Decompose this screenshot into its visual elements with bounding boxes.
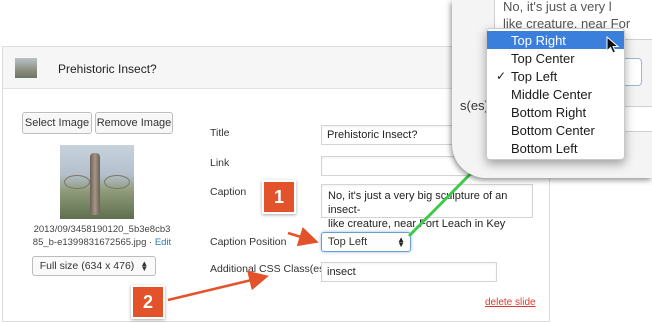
menu-item-label: Middle Center (511, 86, 592, 102)
arrow-to-caption-position (287, 227, 319, 247)
arrow-to-css-class (167, 270, 269, 302)
menu-item-label: Top Center (511, 50, 575, 66)
menu-item-top-left[interactable]: ✓ Top Left (487, 67, 624, 85)
mouse-pointer-icon (606, 36, 620, 54)
menu-item-label: Bottom Center (511, 122, 595, 138)
callout-badge-1: 1 (262, 180, 296, 214)
menu-item-label: Top Left (511, 68, 558, 84)
caption-position-dropdown-menu: Top Right Top Center ✓ Top Left Middle Ce… (486, 28, 625, 160)
callout-badge-2: 2 (131, 285, 165, 319)
menu-item-top-center[interactable]: Top Center (487, 49, 624, 67)
zoom-label-fragment: s(es) (460, 98, 489, 113)
menu-item-bottom-right[interactable]: Bottom Right (487, 103, 624, 121)
menu-item-bottom-left[interactable]: Bottom Left (487, 139, 624, 157)
menu-item-label: Top Right (511, 32, 566, 48)
menu-item-middle-center[interactable]: Middle Center (487, 85, 624, 103)
menu-item-label: Bottom Right (511, 104, 587, 120)
menu-item-bottom-center[interactable]: Bottom Center (487, 121, 624, 139)
zoom-caption-line1: No, it's just a very l (503, 0, 612, 14)
checkmark-icon: ✓ (496, 69, 507, 83)
menu-item-top-right[interactable]: Top Right (487, 31, 624, 49)
menu-item-label: Bottom Left (511, 140, 578, 156)
